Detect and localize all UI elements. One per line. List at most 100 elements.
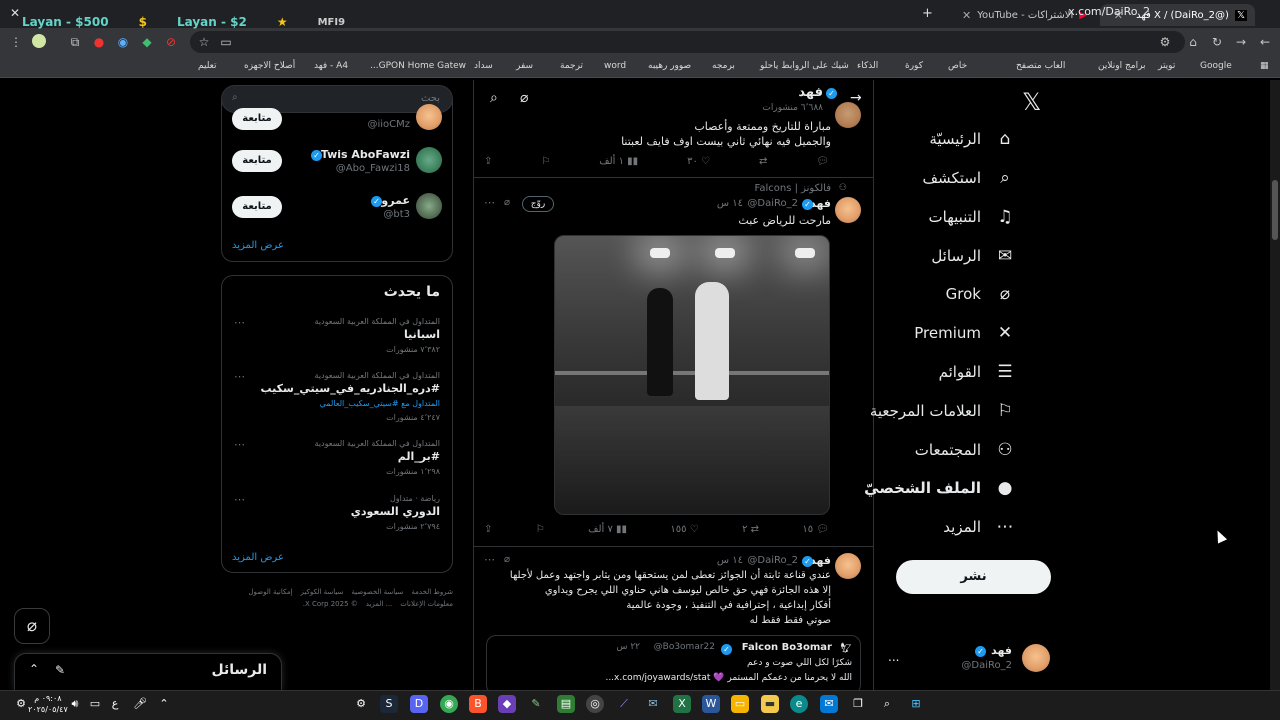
sidebar-item-premium[interactable]: ✕ Premium <box>914 320 1015 346</box>
home-icon[interactable]: ⌂ <box>1185 34 1201 50</box>
show-more-link[interactable]: عرض المزيد <box>232 552 284 563</box>
sidebar-item-notifications[interactable]: ♫ التنبيهات <box>929 204 1015 230</box>
address-bar[interactable] <box>190 31 1185 53</box>
bookmark-item[interactable]: برامج اونلاين <box>1098 61 1146 71</box>
trend-related[interactable]: المتداول مع #سيتي_سكيب_العالمي <box>320 399 440 408</box>
app-icon[interactable]: ▤ <box>557 695 575 713</box>
battery-icon[interactable]: ▭ <box>86 695 104 713</box>
sidebar-item-communities[interactable]: ⚇ المجتمعات <box>915 437 1015 463</box>
trend-more-icon[interactable]: ⋯ <box>234 493 245 506</box>
bookmark-item[interactable]: الذكاء <box>857 61 878 71</box>
apps-grid-icon[interactable]: ▦ <box>1260 61 1269 71</box>
footer-link[interactable]: شروط الخدمة <box>411 588 453 596</box>
discord-icon[interactable]: D <box>410 695 428 713</box>
window-close-icon[interactable]: ✕ <box>10 6 20 20</box>
sidebar-item-more[interactable]: ⋯ المزيد <box>943 514 1015 540</box>
post-author[interactable]: فهد <box>810 197 831 210</box>
like-icon[interactable]: ♡ ١٥٥ <box>670 524 698 540</box>
extension-green-icon[interactable]: ◆ <box>139 34 155 50</box>
sidebar-item-bookmarks[interactable]: ⚐ العلامات المرجعية <box>870 398 1015 424</box>
avatar[interactable] <box>835 197 861 223</box>
repost-icon[interactable]: ⇄ ٢ <box>742 524 759 540</box>
user-handle[interactable]: @bt3 <box>383 209 410 220</box>
post-handle[interactable]: @DaiRo_2 <box>747 198 798 209</box>
trend-title[interactable]: الدوري السعودي <box>351 505 440 518</box>
bookmark-item[interactable]: word <box>604 61 626 71</box>
trend-more-icon[interactable]: ⋯ <box>234 438 245 451</box>
network-icon[interactable]: ⚙ <box>12 695 30 713</box>
sidebar-item-messages[interactable]: ✉ الرسائل <box>931 243 1015 269</box>
views-icon[interactable]: ▮▮ ٧ ألف <box>588 524 627 540</box>
cast-icon[interactable]: ▭ <box>218 34 234 50</box>
bookmark-item[interactable]: سفر <box>516 61 533 71</box>
trend-more-icon[interactable]: ⋯ <box>234 316 245 329</box>
footer-link[interactable]: إمكانية الوصول <box>248 588 292 596</box>
new-tab-button[interactable]: + <box>922 6 933 21</box>
avatar[interactable] <box>416 147 442 173</box>
app-icon[interactable]: ▭ <box>731 695 749 713</box>
search-icon[interactable]: ⌕ <box>878 695 896 713</box>
post-handle[interactable]: @DaiRo_2 <box>747 555 798 566</box>
post-author[interactable]: فهد <box>810 554 831 567</box>
bookmark-item[interactable]: برمجه <box>712 61 735 71</box>
account-switcher[interactable]: فهد ✓ @DaiRo_2 ... <box>880 642 1050 676</box>
footer-link[interactable]: سياسة الكوكيز <box>301 588 344 596</box>
follow-button[interactable]: متابعة <box>232 150 282 172</box>
file-explorer-icon[interactable]: ▬ <box>761 695 779 713</box>
trend-title[interactable]: #بر_الم <box>398 450 440 463</box>
user-name[interactable]: Twis AboFawzi <box>321 148 410 161</box>
bookmark-item[interactable]: خاص <box>948 61 967 71</box>
app-icon[interactable]: ◎ <box>586 695 604 713</box>
user-handle[interactable]: @iioCMz <box>367 119 410 130</box>
tab-close-icon[interactable]: ✕ <box>962 9 971 22</box>
extensions-icon[interactable]: ⧉ <box>67 34 83 50</box>
settings-app-icon[interactable]: ⚙ <box>352 695 370 713</box>
bookmark-item[interactable]: GPON Home Gatew... <box>370 61 466 71</box>
scrollbar[interactable] <box>1270 80 1280 690</box>
app-icon[interactable]: X <box>673 695 691 713</box>
messages-drawer[interactable]: الرسائل ✎ ⌃ <box>14 653 282 690</box>
app-icon[interactable]: ✎ <box>527 695 545 713</box>
sidebar-item-home[interactable]: ⌂ الرئيسيّة <box>929 126 1015 152</box>
share-icon[interactable]: ⇪ <box>484 156 492 172</box>
bookmark-item[interactable]: كورة <box>905 61 923 71</box>
share-icon[interactable]: ⇪ <box>484 524 492 540</box>
account-more-icon[interactable]: ... <box>888 650 899 664</box>
trend-title[interactable]: اسبانيا <box>404 328 440 341</box>
avatar[interactable] <box>416 104 442 130</box>
edge-icon[interactable]: e <box>790 695 808 713</box>
windows-start-icon[interactable]: ⊞ <box>907 695 925 713</box>
like-icon[interactable]: ♡ ٣٠ <box>687 156 710 172</box>
avatar[interactable] <box>416 193 442 219</box>
grok-float-button[interactable]: ⌀ <box>14 608 50 644</box>
sidebar-item-grok[interactable]: ⌀ Grok <box>946 281 1015 307</box>
volume-icon[interactable]: 🔊︎ <box>66 695 84 713</box>
post-time[interactable]: ١٤ س <box>717 198 743 209</box>
bookmark-item[interactable]: شيك على الروابط ياحلو <box>760 61 849 71</box>
post-image[interactable] <box>554 235 830 515</box>
footer-link[interactable]: ... المزيد <box>366 600 393 608</box>
extension-red-icon[interactable]: ● <box>91 34 107 50</box>
taskbar-clock[interactable]: ٠٩:٠٨ م ٢٠٢٥/٠٥/٤٧ <box>28 693 68 715</box>
post-button[interactable]: نشر <box>896 560 1051 594</box>
follow-button[interactable]: متابعة <box>232 108 282 130</box>
site-settings-icon[interactable]: ⚙ <box>1157 34 1173 50</box>
steam-icon[interactable]: S <box>380 695 398 713</box>
user-handle[interactable]: @Abo_Fawzi18 <box>336 163 410 174</box>
reply-icon[interactable]: 💬︎ ١٥ <box>802 524 829 540</box>
app-icon[interactable]: ⟋ <box>615 695 633 713</box>
bookmark-item[interactable]: ترجمة <box>560 61 583 71</box>
chrome-icon[interactable]: ◉ <box>440 695 458 713</box>
sidebar-item-explore[interactable]: ⌕ استكشف <box>923 165 1015 191</box>
bookmark-item[interactable]: تعليم <box>198 61 217 71</box>
grok-icon[interactable]: ⌀ <box>520 90 528 106</box>
bookmark-item[interactable]: أصلاح الاجهزه <box>244 61 295 71</box>
task-view-icon[interactable]: ❐ <box>849 695 867 713</box>
bookmark-item[interactable]: صوور رهيبه <box>648 61 691 71</box>
app-icon[interactable]: ✉ <box>644 695 662 713</box>
community-label[interactable]: فالكونز | Falcons <box>755 183 832 194</box>
new-message-icon[interactable]: ✎ <box>55 663 65 677</box>
url-text[interactable]: x.com/DaiRo_2 <box>1068 5 1150 18</box>
footer-link[interactable]: معلومات الإعلانات <box>400 600 453 608</box>
grok-icon[interactable]: ⌀ <box>504 554 510 565</box>
